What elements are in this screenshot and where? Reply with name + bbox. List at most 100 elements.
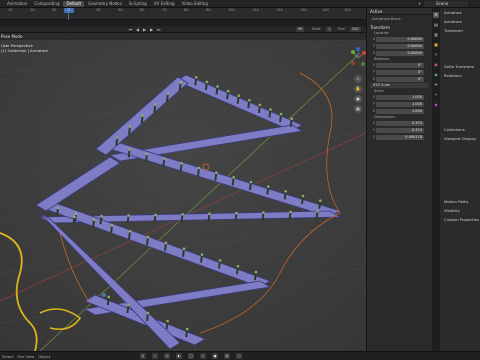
camera-icon[interactable]: ▣ <box>354 95 362 103</box>
modifier-tab-icon[interactable]: ✎ <box>433 52 439 58</box>
jump-end-icon[interactable]: ⏭ <box>156 27 161 32</box>
bone-peg-tip[interactable] <box>316 210 319 213</box>
location-x-field[interactable]: 0.00000 <box>376 36 424 42</box>
bone-peg-tip[interactable] <box>145 152 149 156</box>
lock-icon[interactable]: ◦ <box>424 51 429 55</box>
bone-peg-tip[interactable] <box>249 180 253 184</box>
bone-peg-tip[interactable] <box>181 213 184 216</box>
properties-item[interactable] <box>440 143 480 152</box>
bone-peg-tip[interactable] <box>141 114 144 117</box>
bone-peg-tip[interactable] <box>164 241 168 245</box>
tab-geometry-nodes[interactable]: Geometry Nodes <box>85 1 125 7</box>
bone-peg-tip[interactable] <box>262 211 265 214</box>
properties-item[interactable] <box>440 188 480 197</box>
timeline-ruler[interactable]: 10 20 30 40 50 60 70 80 90 100 110 120 1… <box>0 8 366 13</box>
bone-peg-tip[interactable] <box>237 94 240 97</box>
viewport-scene[interactable] <box>0 33 366 351</box>
location-z-field[interactable]: 0.00000 <box>376 50 424 56</box>
bone-peg-tip[interactable] <box>269 108 272 111</box>
bone-peg-tip[interactable] <box>232 176 235 179</box>
transform-title[interactable]: Transform <box>370 24 429 31</box>
mode-selector[interactable]: Pose Mode <box>1 33 22 40</box>
lock-icon[interactable]: ◦ <box>424 70 429 74</box>
rotation-z-field[interactable]: 0° <box>376 76 424 82</box>
tab-scripting[interactable]: Scripting <box>126 1 150 7</box>
bone-peg-tip[interactable] <box>195 76 198 79</box>
bone-peg-tip[interactable] <box>216 85 219 88</box>
constraints-tab-icon[interactable]: ✚ <box>433 82 439 88</box>
bone-peg-tip[interactable] <box>128 125 132 128</box>
bone-peg-tip[interactable] <box>100 214 103 218</box>
timeline[interactable]: 10 20 30 40 50 60 70 80 90 100 110 120 1… <box>0 8 366 20</box>
bone-peg-tip[interactable] <box>116 136 119 139</box>
bone-peg-tip[interactable] <box>289 210 292 214</box>
properties-item[interactable] <box>440 116 480 125</box>
bone-peg-tip[interactable] <box>319 199 322 202</box>
properties-item[interactable] <box>440 152 480 161</box>
dimensions-y-field[interactable]: 0.374 <box>376 127 424 133</box>
scale-y-field[interactable]: 1.000 <box>376 101 424 107</box>
bone-peg-tip[interactable] <box>110 224 114 227</box>
bone-peg-tip[interactable] <box>74 212 78 216</box>
jump-start-icon[interactable]: ⏮ <box>128 27 133 32</box>
tool-tab-icon[interactable]: ⚙ <box>433 12 439 18</box>
bone-peg-tip[interactable] <box>166 319 169 323</box>
proportional-icon[interactable]: ◎ <box>164 353 170 359</box>
bone-peg-tip[interactable] <box>197 166 201 170</box>
bone-peg-tip[interactable] <box>279 112 283 116</box>
bone-peg-tip[interactable] <box>200 253 204 256</box>
active-bone-header[interactable]: Active <box>367 8 432 15</box>
bone-peg-tip[interactable] <box>284 190 287 193</box>
lock-icon[interactable]: ◦ <box>424 102 429 106</box>
bone-peg-tip[interactable] <box>208 212 211 215</box>
scale-z-field[interactable]: 1.000 <box>376 108 424 114</box>
properties-item[interactable]: Armature <box>440 17 480 26</box>
bone-peg-tip[interactable] <box>163 157 166 160</box>
rendered-icon[interactable]: ○ <box>236 353 242 359</box>
bone-peg-tip[interactable] <box>127 214 130 217</box>
tab-compositing[interactable]: Compositing <box>31 1 62 7</box>
particles-tab-icon[interactable]: ● <box>433 62 439 68</box>
object-tab-icon[interactable]: ■ <box>433 42 439 48</box>
bone-peg-tip[interactable] <box>185 327 189 331</box>
lock-icon[interactable]: ◦ <box>424 109 429 113</box>
bone-peg-tip[interactable] <box>154 213 157 217</box>
bone-peg-tip[interactable] <box>107 295 111 299</box>
properties-item[interactable] <box>440 98 480 107</box>
snap-icon[interactable]: ⌖ <box>152 353 158 359</box>
current-frame-field[interactable]: 90 <box>296 27 305 32</box>
navigation-gizmo[interactable] <box>350 47 366 69</box>
physics-tab-icon[interactable]: ◉ <box>433 72 439 78</box>
render-tab-icon[interactable]: ▤ <box>433 22 439 28</box>
bone-peg-tip[interactable] <box>236 264 240 268</box>
tab-video-editing[interactable]: Video Editing <box>179 1 211 7</box>
properties-item[interactable]: Visibility <box>440 206 480 215</box>
bone-peg-tip[interactable] <box>166 92 170 95</box>
data-tab-icon[interactable]: ✦ <box>433 92 439 98</box>
bone-peg-tip[interactable] <box>127 303 130 307</box>
bone-peg-tip[interactable] <box>267 185 270 188</box>
tab-default[interactable]: Default <box>63 1 85 7</box>
bone-peg-tip[interactable] <box>128 148 131 151</box>
properties-item[interactable]: Custom Properties <box>440 215 480 224</box>
end-frame-field[interactable]: 250 <box>350 27 361 32</box>
bone-peg-tip[interactable] <box>258 103 262 107</box>
scene-selector[interactable]: Scene <box>424 1 468 7</box>
rotation-x-field[interactable]: 0° <box>376 62 424 68</box>
properties-item[interactable]: Transform <box>440 26 480 35</box>
dimensions-z-field[interactable]: 0.000178 <box>376 134 424 140</box>
output-tab-icon[interactable]: ▥ <box>433 32 439 38</box>
bone-peg-tip[interactable] <box>218 259 222 262</box>
pivot-icon[interactable]: ⊙ <box>140 353 146 359</box>
bone-peg-tip[interactable] <box>235 211 238 215</box>
bone-tab-icon[interactable]: ◆ <box>433 102 439 108</box>
bone-peg-tip[interactable] <box>154 103 157 106</box>
tab-uv-editing[interactable]: UV Editing <box>151 1 178 7</box>
bone-peg-tip[interactable] <box>180 162 183 165</box>
material-icon[interactable]: ◍ <box>224 353 230 359</box>
properties-item[interactable] <box>440 170 480 179</box>
scale-x-field[interactable]: 1.000 <box>376 94 424 100</box>
bone-peg-tip[interactable] <box>73 215 76 218</box>
bone-peg-tip[interactable] <box>226 89 230 93</box>
zoom-icon[interactable]: ⌕ <box>354 75 362 83</box>
